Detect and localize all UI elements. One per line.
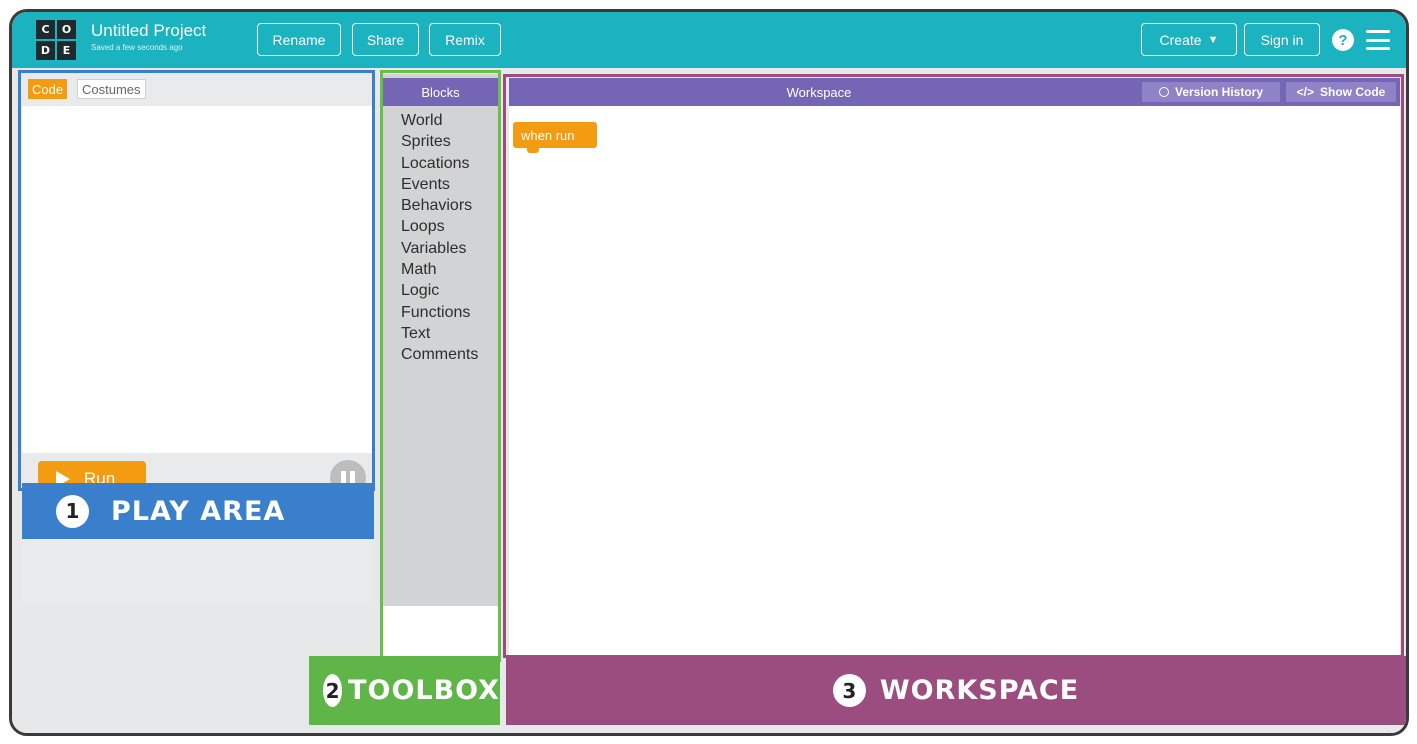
callout-label: PLAY AREA <box>111 495 286 527</box>
logo-letter: E <box>57 41 76 60</box>
logo-letter: O <box>57 20 76 39</box>
app-window: C O D E Untitled Project Saved a few sec… <box>9 9 1409 736</box>
create-dropdown-button[interactable]: Create ▼ <box>1141 23 1237 56</box>
toolbox-highlight <box>380 70 501 662</box>
logo-letter: C <box>36 20 55 39</box>
logo-letter: D <box>36 41 55 60</box>
callout-number: 1 <box>56 494 89 528</box>
help-icon[interactable]: ? <box>1332 29 1354 51</box>
save-status: Saved a few seconds ago <box>91 43 183 52</box>
caret-down-icon: ▼ <box>1207 33 1219 46</box>
sign-in-button[interactable]: Sign in <box>1244 23 1320 56</box>
rename-button[interactable]: Rename <box>257 23 341 56</box>
hamburger-menu-icon[interactable] <box>1366 30 1390 50</box>
code-org-logo[interactable]: C O D E <box>36 20 76 60</box>
create-label: Create <box>1159 31 1202 48</box>
workspace-highlight <box>503 74 1404 658</box>
project-title: Untitled Project <box>91 21 207 40</box>
play-area-callout: 1 PLAY AREA <box>22 483 374 539</box>
callout-label: TOOLBOX <box>348 675 500 706</box>
top-header: C O D E Untitled Project Saved a few sec… <box>12 12 1406 68</box>
callout-label: WORKSPACE <box>879 675 1080 706</box>
callout-number: 2 <box>323 674 343 707</box>
play-area-highlight <box>18 70 375 491</box>
remix-button[interactable]: Remix <box>429 23 501 56</box>
toolbox-callout: 2 TOOLBOX <box>309 656 500 725</box>
workspace-callout: 3 WORKSPACE <box>506 656 1406 725</box>
callout-number: 3 <box>832 674 866 707</box>
share-button[interactable]: Share <box>352 23 419 56</box>
